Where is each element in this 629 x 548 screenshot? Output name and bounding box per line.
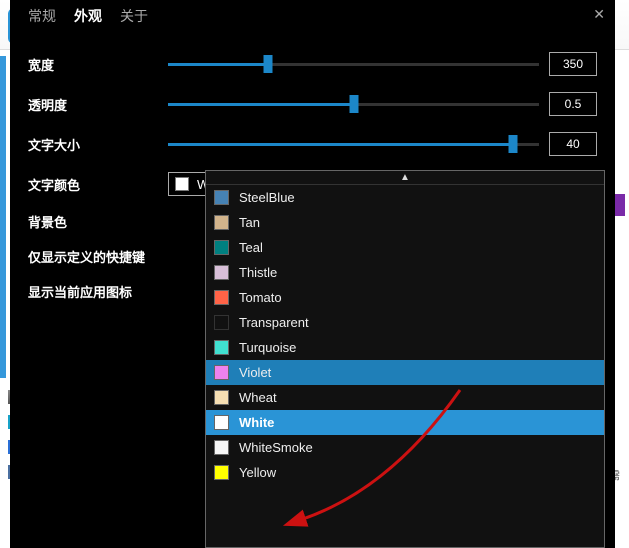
- color-swatch: [214, 265, 229, 280]
- color-option[interactable]: Teal: [206, 235, 604, 260]
- color-option[interactable]: Violet: [206, 360, 604, 385]
- color-option[interactable]: Tan: [206, 210, 604, 235]
- label-width: 宽度: [28, 55, 158, 74]
- color-swatch: [214, 340, 229, 355]
- color-option[interactable]: White: [206, 410, 604, 435]
- selected-swatch: [175, 177, 189, 191]
- color-option[interactable]: Transparent: [206, 310, 604, 335]
- color-option[interactable]: Tomato: [206, 285, 604, 310]
- color-name: SteelBlue: [239, 190, 295, 205]
- color-name: Teal: [239, 240, 263, 255]
- color-swatch: [214, 365, 229, 380]
- label-hotkey: 仅显示定义的快捷键: [28, 247, 145, 266]
- color-swatch: [214, 390, 229, 405]
- slider-knob[interactable]: [349, 95, 358, 113]
- color-option[interactable]: Thistle: [206, 260, 604, 285]
- slider-width[interactable]: [168, 54, 539, 74]
- scroll-up-icon[interactable]: ▲: [206, 171, 604, 185]
- color-name: WhiteSmoke: [239, 440, 313, 455]
- color-dropdown[interactable]: ▲ SteelBlue Tan Teal Thistle Tomato Transpare…: [205, 170, 605, 548]
- color-swatch: [214, 190, 229, 205]
- value-opacity[interactable]: 0.5: [549, 92, 597, 116]
- slider-fontsize[interactable]: [168, 134, 539, 154]
- slider-fill: [168, 103, 354, 106]
- color-name: Tan: [239, 215, 260, 230]
- color-option[interactable]: Wheat: [206, 385, 604, 410]
- color-name: White: [239, 415, 274, 430]
- settings-dialog: 常规 外观 关于 ✕ 宽度 350 透明度 0.5 文字大小 40: [10, 0, 615, 548]
- label-fontsize: 文字大小: [28, 135, 158, 154]
- slider-knob[interactable]: [509, 135, 518, 153]
- color-swatch: [214, 440, 229, 455]
- color-swatch: [214, 315, 229, 330]
- label-opacity: 透明度: [28, 95, 158, 114]
- color-name: Wheat: [239, 390, 277, 405]
- slider-fill: [168, 63, 268, 66]
- color-name: Turquoise: [239, 340, 296, 355]
- label-textcolor: 文字颜色: [28, 175, 158, 194]
- value-fontsize[interactable]: 40: [549, 132, 597, 156]
- color-swatch: [214, 415, 229, 430]
- color-name: Tomato: [239, 290, 282, 305]
- value-width[interactable]: 350: [549, 52, 597, 76]
- color-name: Violet: [239, 365, 271, 380]
- close-icon[interactable]: ✕: [593, 6, 605, 23]
- row-width: 宽度 350: [10, 44, 615, 84]
- color-name: Thistle: [239, 265, 277, 280]
- label-bgcolor: 背景色: [28, 212, 158, 231]
- color-swatch: [214, 465, 229, 480]
- slider-knob[interactable]: [264, 55, 273, 73]
- row-fontsize: 文字大小 40: [10, 124, 615, 164]
- color-option[interactable]: SteelBlue: [206, 185, 604, 210]
- tab-appearance[interactable]: 外观: [74, 6, 102, 26]
- color-name: Yellow: [239, 465, 276, 480]
- color-swatch: [214, 215, 229, 230]
- slider-fill: [168, 143, 513, 146]
- color-option[interactable]: WhiteSmoke: [206, 435, 604, 460]
- tab-about[interactable]: 关于: [120, 6, 148, 26]
- color-swatch: [214, 290, 229, 305]
- label-appicon: 显示当前应用图标: [28, 282, 132, 301]
- color-name: Transparent: [239, 315, 309, 330]
- color-swatch: [214, 240, 229, 255]
- color-option[interactable]: Turquoise: [206, 335, 604, 360]
- tab-general[interactable]: 常规: [28, 6, 56, 26]
- color-option[interactable]: Yellow: [206, 460, 604, 485]
- row-opacity: 透明度 0.5: [10, 84, 615, 124]
- slider-opacity[interactable]: [168, 94, 539, 114]
- dialog-tabs: 常规 外观 关于: [10, 0, 615, 26]
